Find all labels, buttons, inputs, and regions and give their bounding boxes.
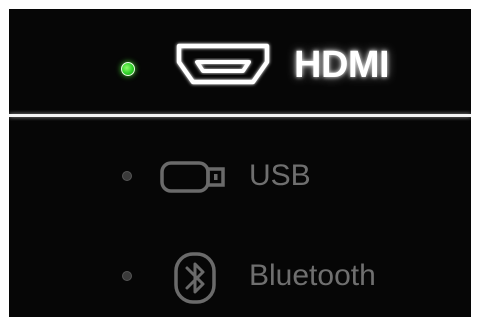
input-option-bluetooth[interactable]: Bluetooth bbox=[9, 241, 471, 311]
input-label-bluetooth: Bluetooth bbox=[249, 259, 376, 292]
hdmi-port-icon bbox=[173, 40, 273, 90]
input-option-hdmi[interactable]: HDMI bbox=[9, 34, 471, 104]
bluetooth-icon bbox=[173, 251, 217, 305]
selection-divider bbox=[9, 114, 471, 117]
input-label-usb: USB bbox=[249, 159, 311, 192]
input-source-menu: HDMI USB Bluetooth bbox=[9, 9, 471, 317]
status-indicator-inactive bbox=[122, 171, 132, 181]
status-indicator-active bbox=[121, 62, 135, 76]
input-label-hdmi: HDMI bbox=[294, 44, 390, 86]
input-option-usb[interactable]: USB bbox=[9, 141, 471, 211]
usb-drive-icon bbox=[159, 159, 229, 195]
status-indicator-inactive bbox=[122, 271, 132, 281]
